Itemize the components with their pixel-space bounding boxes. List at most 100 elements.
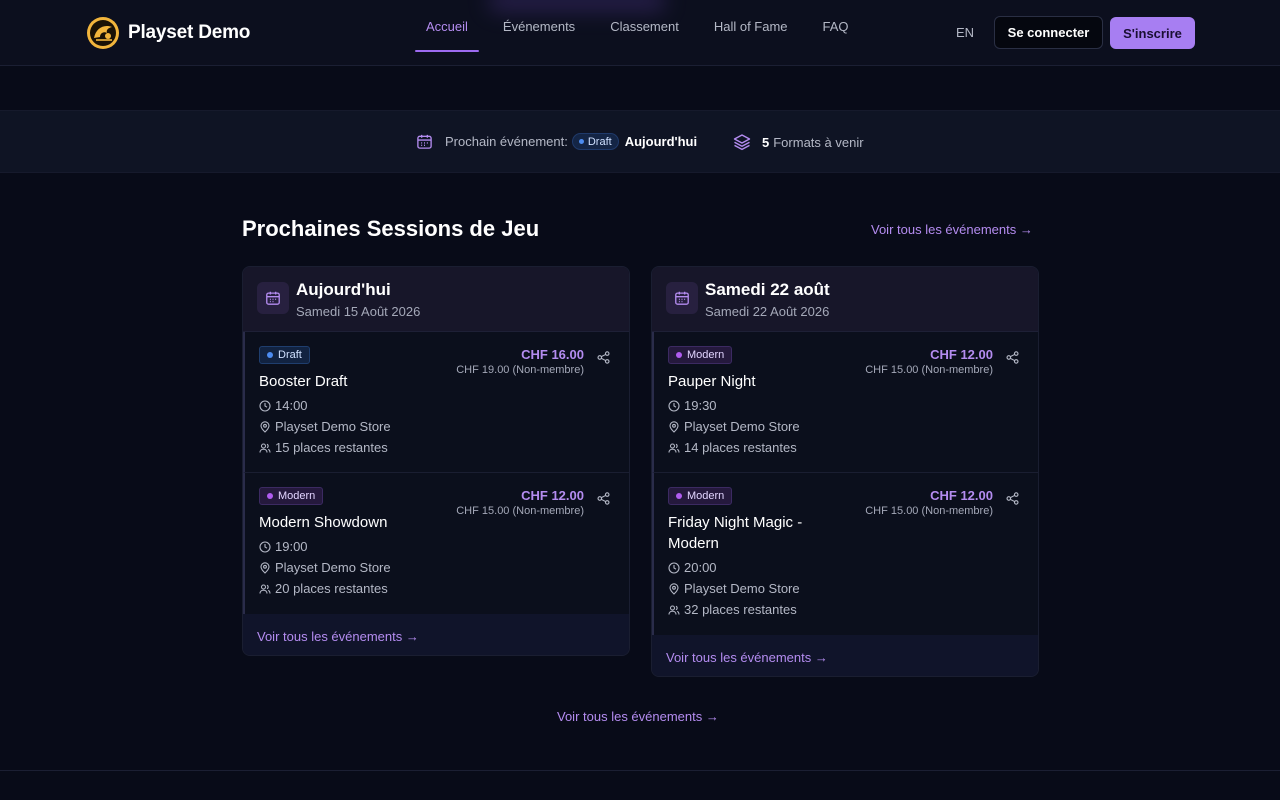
event-location: Playset Demo Store [259, 419, 391, 434]
users-icon [668, 604, 680, 615]
share-icon[interactable] [1006, 351, 1019, 364]
modern-dot-icon [676, 493, 682, 499]
day-card-today: Aujourd'hui Samedi 15 Août 2026 Draft Bo… [242, 266, 630, 656]
nav-hall-of-fame[interactable]: Hall of Fame [703, 0, 799, 52]
nav-accueil[interactable]: Accueil [415, 0, 479, 52]
format-badge-modern: Modern [668, 346, 733, 364]
clock-icon [259, 399, 271, 412]
brand-logo-icon [87, 17, 119, 49]
format-badge-text: Draft [278, 349, 302, 361]
footer-divider [0, 770, 1280, 771]
next-event-info: Prochain événement: Draft Aujourd'hui [416, 133, 697, 150]
section-title: Prochaines Sessions de Jeu [242, 216, 540, 241]
day-calendar-badge [257, 282, 289, 314]
event-places-text: 14 places restantes [684, 440, 797, 455]
event-location: Playset Demo Store [259, 560, 391, 575]
clock-icon [668, 561, 680, 574]
event-name: Modern Showdown [259, 514, 388, 531]
event-price-non-member: CHF 15.00 (Non-membre) [456, 505, 584, 517]
event-time-text: 20:00 [684, 560, 717, 575]
format-badge-text: Modern [687, 349, 725, 361]
event-places-text: 20 places restantes [275, 581, 388, 596]
nav-evenements[interactable]: Événements [492, 0, 586, 52]
formats-label: Formats à venir [773, 134, 864, 150]
modern-dot-icon [267, 493, 273, 499]
top-navbar: Playset Demo Accueil Événements Classeme… [0, 0, 1280, 66]
format-badge-modern: Modern [259, 487, 324, 505]
nav-classement[interactable]: Classement [599, 0, 690, 52]
event-places: 15 places restantes [259, 440, 388, 455]
day-card-date: Samedi 22 Août 2026 [705, 304, 830, 319]
map-pin-icon [669, 582, 679, 595]
day-card-footer: Voir tous les événements → [652, 635, 1038, 676]
event-name: Friday Night Magic - Modern [668, 514, 803, 552]
format-badge-text: Modern [278, 490, 316, 502]
event-price-non-member: CHF 15.00 (Non-membre) [865, 505, 993, 517]
formats-count: 5 [762, 134, 770, 150]
event-location-text: Playset Demo Store [684, 581, 800, 596]
next-event-label: Prochain événement: [445, 134, 568, 149]
share-icon[interactable] [597, 492, 610, 505]
format-badge-draft: Draft [259, 346, 310, 364]
main-nav: Accueil Événements Classement Hall of Fa… [415, 0, 873, 66]
day-card-header: Samedi 22 août Samedi 22 Août 2026 [652, 267, 1038, 332]
clock-icon [259, 540, 271, 553]
see-all-events-link-bottom[interactable]: Voir tous les événements → [557, 709, 719, 724]
day-card-footer: Voir tous les événements → [243, 614, 629, 655]
event-item[interactable]: Modern Modern Showdown CHF 12.00 CHF 15.… [243, 473, 629, 614]
share-icon[interactable] [597, 351, 610, 364]
users-icon [668, 442, 680, 453]
day-card-date: Samedi 15 Août 2026 [296, 304, 421, 319]
event-location-text: Playset Demo Store [684, 419, 800, 434]
map-pin-icon [260, 561, 270, 574]
map-pin-icon [260, 420, 270, 433]
next-event-badge-text: Draft [587, 135, 612, 148]
event-places-text: 15 places restantes [275, 440, 388, 455]
signup-button[interactable]: S'inscrire [1110, 17, 1195, 49]
modern-dot-icon [676, 352, 682, 358]
event-location: Playset Demo Store [668, 581, 800, 596]
format-badge-modern: Modern [668, 487, 733, 505]
event-item[interactable]: Draft Booster Draft CHF 16.00 CHF 19.00 … [243, 332, 629, 473]
clock-icon [668, 399, 680, 412]
map-pin-icon [669, 420, 679, 433]
see-all-events-link-top[interactable]: Voir tous les événements → [871, 222, 1033, 237]
next-event-when: Aujourd'hui [624, 134, 698, 149]
see-all-events-link-card[interactable]: Voir tous les événements → [666, 650, 828, 665]
calendar-icon [417, 134, 432, 149]
calendar-icon [266, 291, 280, 305]
info-strip: Prochain événement: Draft Aujourd'hui 5 … [0, 110, 1280, 173]
event-price-non-member: CHF 15.00 (Non-membre) [865, 364, 993, 376]
see-all-events-link-card[interactable]: Voir tous les événements → [257, 629, 419, 644]
nav-faq[interactable]: FAQ [812, 0, 860, 52]
formats-info: 5 Formats à venir [733, 133, 864, 151]
event-time: 14:00 [259, 398, 308, 413]
login-button[interactable]: Se connecter [994, 16, 1103, 49]
event-location: Playset Demo Store [668, 419, 800, 434]
event-price-member: CHF 12.00 [930, 488, 993, 503]
event-time-text: 19:00 [275, 539, 308, 554]
brand-link[interactable]: Playset Demo [86, 16, 250, 50]
event-time: 19:00 [259, 539, 308, 554]
language-switch[interactable]: EN [956, 25, 974, 40]
event-price-member: CHF 16.00 [521, 347, 584, 362]
draft-dot-icon [267, 352, 273, 358]
event-name: Pauper Night [668, 373, 756, 390]
share-icon[interactable] [1006, 492, 1019, 505]
day-card-header: Aujourd'hui Samedi 15 Août 2026 [243, 267, 629, 332]
users-icon [259, 583, 271, 594]
format-badge-text: Modern [687, 490, 725, 502]
users-icon [259, 442, 271, 453]
event-location-text: Playset Demo Store [275, 419, 391, 434]
event-item[interactable]: Modern Friday Night Magic - Modern CHF 1… [652, 473, 1038, 635]
day-card-title: Aujourd'hui [296, 280, 391, 299]
event-places-text: 32 places restantes [684, 602, 797, 617]
event-time-text: 14:00 [275, 398, 308, 413]
event-price-member: CHF 12.00 [930, 347, 993, 362]
brand-name: Playset Demo [128, 22, 251, 43]
event-time: 20:00 [668, 560, 717, 575]
event-price-member: CHF 12.00 [521, 488, 584, 503]
next-event-badge: Draft [571, 133, 619, 150]
event-name: Booster Draft [259, 373, 348, 390]
event-item[interactable]: Modern Pauper Night CHF 12.00 CHF 15.00 … [652, 332, 1038, 473]
